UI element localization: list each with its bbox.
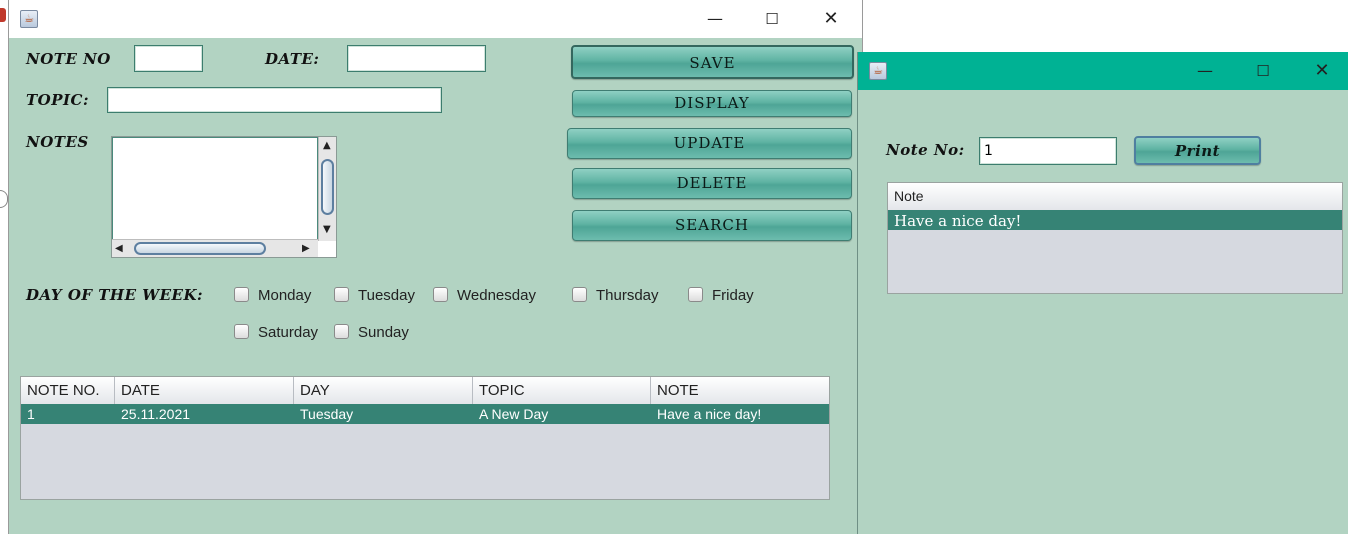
print-window-titlebar[interactable]: ☕ — ☐ ✕ <box>858 52 1348 90</box>
table-row[interactable]: 1 25.11.2021 Tuesday A New Day Have a ni… <box>21 404 829 424</box>
print-note-table[interactable]: Note Have a nice day! <box>887 182 1343 294</box>
saturday-label: Saturday <box>258 324 319 341</box>
scroll-left-arrow-icon[interactable]: ◀ <box>115 243 123 255</box>
topic-label: TOPIC: <box>26 91 89 109</box>
monday-checkbox[interactable] <box>234 287 249 302</box>
thursday-label: Thursday <box>596 287 659 304</box>
notes-vertical-scrollbar[interactable]: ▲ ▼ <box>318 137 336 241</box>
topic-input[interactable] <box>107 87 442 113</box>
tuesday-label: Tuesday <box>358 287 415 304</box>
table-row[interactable]: Have a nice day! <box>888 210 1342 230</box>
notes-textarea-scrollpane: ▲ ▼ ◀ ▶ <box>111 136 337 258</box>
saturday-checkbox[interactable] <box>234 324 249 339</box>
maximize-button[interactable]: ☐ <box>749 4 795 34</box>
thursday-checkbox[interactable] <box>572 287 587 302</box>
close-button[interactable]: ✕ <box>808 4 854 34</box>
save-button[interactable]: SAVE <box>571 45 854 79</box>
notes-textarea[interactable] <box>112 137 318 241</box>
scroll-right-arrow-icon[interactable]: ▶ <box>302 243 310 255</box>
sunday-checkbox[interactable] <box>334 324 349 339</box>
display-button[interactable]: DISPLAY <box>572 90 852 117</box>
column-header-topic[interactable]: TOPIC <box>473 377 651 404</box>
day-of-week-label: DAY OF THE WEEK: <box>26 286 204 304</box>
cell-note: Have a nice day! <box>894 212 1022 230</box>
friday-checkbox[interactable] <box>688 287 703 302</box>
main-window-titlebar[interactable]: ☕ — ☐ ✕ <box>9 0 862 38</box>
friday-label: Friday <box>712 287 754 304</box>
print-button[interactable]: Print <box>1134 136 1261 165</box>
horizontal-scroll-thumb[interactable] <box>134 242 266 255</box>
notes-label: NOTES <box>26 133 89 151</box>
sunday-label: Sunday <box>358 324 409 341</box>
date-label: DATE: <box>265 50 320 68</box>
update-button[interactable]: UPDATE <box>567 128 852 159</box>
column-header-note[interactable]: NOTE <box>651 377 829 404</box>
notes-horizontal-scrollbar[interactable]: ◀ ▶ <box>112 239 318 257</box>
print-window: ☕ — ☐ ✕ Note No: Print Note Have a nice … <box>857 52 1348 534</box>
print-note-no-input[interactable] <box>979 137 1117 165</box>
print-table-header: Note <box>888 183 1342 211</box>
minimize-button[interactable]: — <box>1182 56 1228 86</box>
print-note-no-label: Note No: <box>886 141 965 159</box>
close-button[interactable]: ✕ <box>1299 56 1345 86</box>
search-button[interactable]: SEARCH <box>572 210 852 241</box>
column-header-date[interactable]: DATE <box>115 377 294 404</box>
note-no-label: NOTE NO <box>26 50 111 68</box>
background-window-edge <box>0 8 6 22</box>
wednesday-label: Wednesday <box>457 287 536 304</box>
minimize-button[interactable]: — <box>692 4 738 34</box>
scroll-up-arrow-icon[interactable]: ▲ <box>323 140 331 152</box>
cell-date: 25.11.2021 <box>121 406 191 422</box>
maximize-button[interactable]: ☐ <box>1240 56 1286 86</box>
cell-day: Tuesday <box>300 406 354 422</box>
vertical-scroll-thumb[interactable] <box>321 159 334 215</box>
note-no-input[interactable] <box>134 45 203 72</box>
delete-button[interactable]: DELETE <box>572 168 852 199</box>
table-header: NOTE NO. DATE DAY TOPIC NOTE <box>21 377 829 405</box>
cell-note-no: 1 <box>27 406 35 422</box>
tuesday-checkbox[interactable] <box>334 287 349 302</box>
column-header-note[interactable]: Note <box>888 183 1342 210</box>
cell-note: Have a nice day! <box>657 406 762 422</box>
background-window-edge-circle <box>0 190 8 208</box>
cell-topic: A New Day <box>479 406 549 422</box>
date-input[interactable] <box>347 45 486 72</box>
wednesday-checkbox[interactable] <box>433 287 448 302</box>
column-header-day[interactable]: DAY <box>294 377 473 404</box>
monday-label: Monday <box>258 287 312 304</box>
notes-main-window: ☕ — ☐ ✕ NOTE NO DATE: TOPIC: NOTES ▲ ▼ ◀… <box>8 0 863 534</box>
scroll-down-arrow-icon[interactable]: ▼ <box>323 224 331 236</box>
java-app-icon: ☕ <box>20 10 38 28</box>
notes-table[interactable]: NOTE NO. DATE DAY TOPIC NOTE 1 25.11.202… <box>20 376 830 500</box>
java-app-icon: ☕ <box>869 62 887 80</box>
column-header-note-no[interactable]: NOTE NO. <box>21 377 115 404</box>
